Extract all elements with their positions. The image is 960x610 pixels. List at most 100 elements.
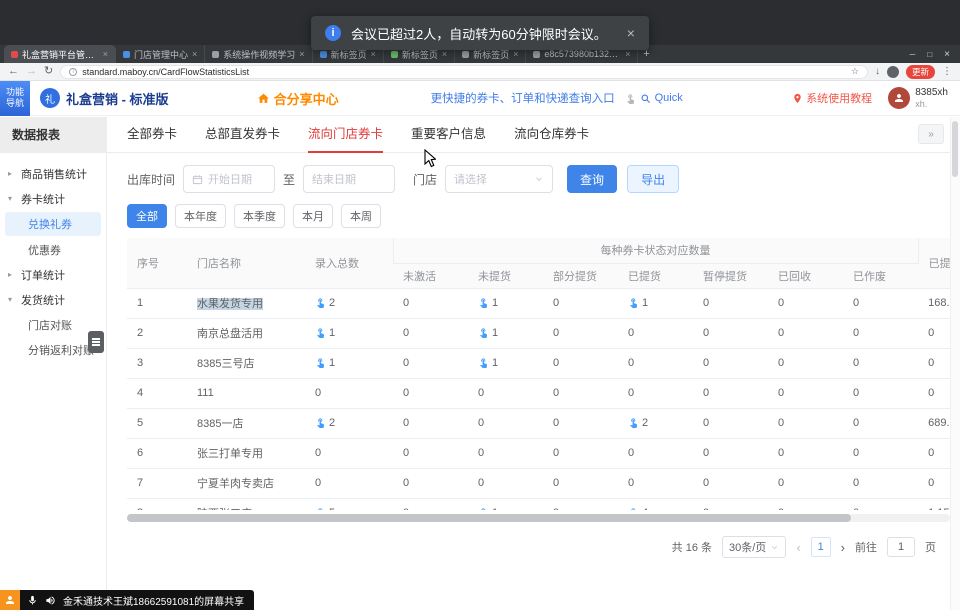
window-close-icon[interactable]: ×	[944, 49, 950, 60]
prev-page-icon[interactable]: ‹	[796, 540, 800, 555]
tab-favicon	[212, 51, 219, 58]
cell-value: 0	[553, 387, 559, 399]
update-button[interactable]: 更新	[906, 65, 935, 79]
table-cell: 1	[468, 348, 543, 378]
quick-filter-button[interactable]: 本年度	[175, 204, 226, 228]
search-button[interactable]: 查询	[567, 165, 617, 193]
goto-page-input[interactable]	[887, 537, 915, 557]
main-tab[interactable]: 全部券卡	[127, 117, 177, 153]
quick-search[interactable]: Quick	[625, 92, 683, 104]
scrollbar-thumb[interactable]	[127, 514, 851, 522]
minimize-icon[interactable]: ─	[910, 50, 916, 59]
horizontal-scrollbar[interactable]	[127, 514, 950, 522]
table-row[interactable]: 4111000000000	[127, 378, 950, 408]
tab-close-icon[interactable]: ×	[442, 49, 447, 59]
tutorial-link[interactable]: 系统使用教程	[792, 90, 872, 106]
export-button[interactable]: 导出	[627, 165, 679, 193]
sidebar-item[interactable]: 兑换礼券	[5, 212, 101, 236]
table-cell: 0	[543, 498, 618, 510]
tab-close-icon[interactable]: ×	[513, 49, 518, 59]
maximize-icon[interactable]: □	[927, 50, 932, 59]
sidebar-item[interactable]: 优惠券	[0, 237, 106, 262]
tab-close-icon[interactable]: ×	[299, 49, 304, 59]
close-icon[interactable]: ×	[627, 25, 635, 41]
main-tab[interactable]: 重要客户信息	[411, 117, 486, 153]
sidebar-item[interactable]: ▸商品销售统计	[0, 161, 106, 186]
profile-avatar[interactable]	[887, 66, 899, 78]
sidebar-item[interactable]: ▸订单统计	[0, 262, 106, 287]
sidebar-item[interactable]: ▾发货统计	[0, 287, 106, 312]
table-cell: 1	[618, 288, 693, 318]
bookmark-icon[interactable]: ☆	[851, 66, 859, 77]
table-row[interactable]: 2南京总盘活用101000000	[127, 318, 950, 348]
sidebar-collapse-handle[interactable]	[88, 331, 104, 353]
table-cell: 0	[768, 468, 843, 498]
sidebar-item-label: 商品销售统计	[21, 166, 87, 182]
panel-collapse-button[interactable]: »	[918, 124, 944, 144]
table-cell: 0	[618, 468, 693, 498]
cell-value: 陕西张三店	[197, 508, 252, 510]
end-date-input[interactable]: 结束日期	[303, 165, 395, 193]
table-cell: 5	[305, 498, 393, 510]
browser-tab[interactable]: 系统操作视频学习×	[205, 45, 312, 63]
forward-icon[interactable]: →	[26, 66, 37, 77]
sidebar-item[interactable]: ▾券卡统计	[0, 186, 106, 211]
table-row[interactable]: 1水果发货专用20101000168.0	[127, 288, 950, 318]
table-row[interactable]: 58385一店20002000689.0	[127, 408, 950, 438]
browser-tab[interactable]: 礼盒营销平台管理中心×	[4, 45, 116, 63]
download-icon[interactable]: ↓	[875, 67, 880, 77]
function-nav-button[interactable]: 功能 导航	[0, 81, 30, 116]
store-filter-label: 门店	[413, 171, 437, 188]
store-select[interactable]: 请选择	[445, 165, 553, 193]
pointer-icon	[478, 297, 489, 308]
tab-close-icon[interactable]: ×	[103, 49, 108, 59]
pagination: 共 16 条 30条/页 ‹ 1 › 前往 页	[107, 536, 936, 558]
user-avatar	[888, 87, 910, 109]
site-info-icon[interactable]: i	[69, 68, 77, 76]
caret-down-icon: ▾	[8, 295, 16, 304]
table-row[interactable]: 6张三打单专用000000000	[127, 438, 950, 468]
pointer-icon	[478, 357, 489, 368]
cell-value: 2	[137, 327, 143, 339]
user-menu[interactable]: 8385xh xh.	[888, 87, 948, 109]
vertical-scrollbar-thumb[interactable]	[952, 121, 958, 177]
current-page[interactable]: 1	[811, 537, 831, 557]
tab-close-icon[interactable]: ×	[371, 49, 376, 59]
tab-favicon	[11, 51, 18, 58]
table-row[interactable]: 8陕西张三店501040001,152.0	[127, 498, 950, 510]
share-center-link[interactable]: 合分享中心	[257, 89, 339, 108]
url-field[interactable]: i standard.maboy.cn/CardFlowStatisticsLi…	[60, 65, 868, 79]
reload-icon[interactable]: ↻	[44, 66, 53, 77]
main-tab[interactable]: 流向门店券卡	[308, 117, 383, 153]
browser-tab[interactable]: 门店管理中心×	[116, 45, 205, 63]
back-icon[interactable]: ←	[8, 66, 19, 77]
content: 数据报表 ▸商品销售统计▾券卡统计兑换礼券优惠券▸订单统计▾发货统计门店对账分销…	[0, 117, 960, 610]
quick-filter-button[interactable]: 本周	[341, 204, 381, 228]
main-tab[interactable]: 流向仓库券卡	[514, 117, 589, 153]
volume-icon[interactable]	[45, 595, 56, 606]
quick-filter-button[interactable]: 全部	[127, 204, 167, 228]
tab-favicon	[320, 51, 327, 58]
table-cell: 0	[543, 438, 618, 468]
brand-name: 礼盒营销 - 标准版	[66, 89, 169, 108]
quick-filter-button[interactable]: 本季度	[234, 204, 285, 228]
main-tab[interactable]: 总部直发券卡	[205, 117, 280, 153]
quick-filter-button[interactable]: 本月	[293, 204, 333, 228]
col-header: 录入总数	[305, 238, 393, 288]
page-size-select[interactable]: 30条/页	[722, 536, 786, 558]
start-date-input[interactable]: 开始日期	[183, 165, 275, 193]
cell-value: 0	[928, 387, 934, 399]
browser-menu-icon[interactable]: ⋮	[942, 67, 952, 77]
cell-value: 0	[778, 447, 784, 459]
tab-close-icon[interactable]: ×	[192, 49, 197, 59]
col-header: 部分提货	[543, 263, 618, 288]
table-row[interactable]: 7宁夏羊肉专卖店000000000	[127, 468, 950, 498]
cell-value: 0	[928, 357, 934, 369]
tab-close-icon[interactable]: ×	[625, 49, 630, 59]
microphone-icon[interactable]	[27, 595, 38, 606]
table-row[interactable]: 38385三号店101000000	[127, 348, 950, 378]
cell-value: 0	[853, 327, 859, 339]
table-cell: 0	[393, 318, 468, 348]
vertical-scrollbar[interactable]	[950, 117, 960, 610]
next-page-icon[interactable]: ›	[841, 540, 845, 555]
